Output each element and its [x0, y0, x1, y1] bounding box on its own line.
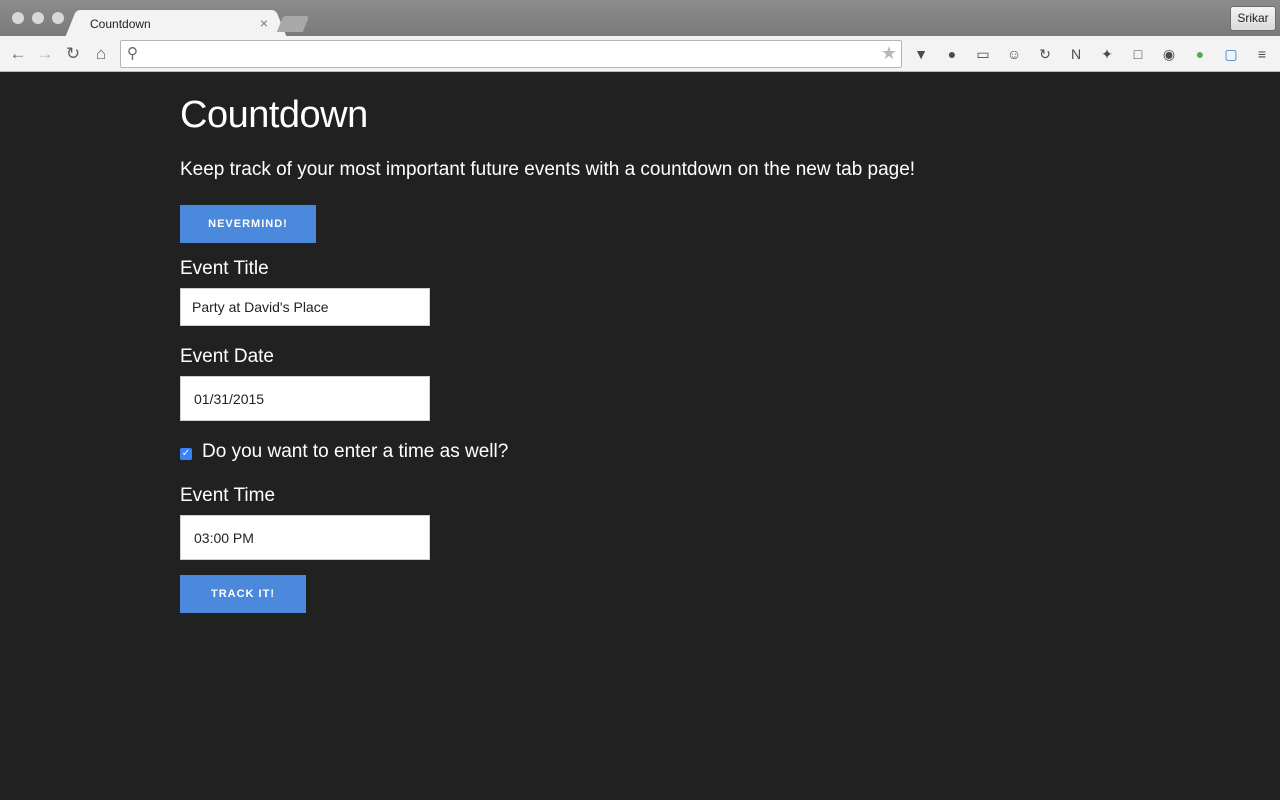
tab-close-icon[interactable]: × — [260, 15, 268, 31]
reload-icon[interactable]: ↻ — [63, 44, 83, 64]
browser-tab-countdown[interactable]: Countdown × — [78, 10, 274, 36]
address-bar[interactable]: ⚲ ★ — [120, 40, 902, 68]
notion-extension-icon[interactable]: N — [1067, 45, 1085, 63]
window-titlebar: Countdown × Srikar — [0, 0, 1280, 36]
screenshot-extension-icon[interactable]: ▢ — [1222, 45, 1240, 63]
bookmark-star-icon[interactable]: ★ — [881, 43, 897, 64]
nevermind-button[interactable]: NEVERMIND! — [180, 205, 316, 243]
event-title-label: Event Title — [180, 258, 269, 279]
event-time-label: Event Time — [180, 485, 276, 506]
event-date-label: Event Date — [180, 346, 274, 367]
track-it-button[interactable]: TRACK IT! — [180, 575, 306, 613]
event-time-input[interactable] — [180, 515, 430, 560]
window-minimize-icon[interactable] — [32, 12, 44, 24]
evernote-extension-icon[interactable]: ● — [1191, 45, 1209, 63]
shield-extension-icon[interactable]: ● — [943, 45, 961, 63]
back-arrow-icon[interactable]: ← — [8, 44, 28, 64]
forward-arrow-icon[interactable]: → — [35, 44, 55, 64]
cast-extension-icon[interactable]: ▭ — [974, 45, 992, 63]
address-input[interactable] — [149, 45, 869, 63]
window-maximize-icon[interactable] — [52, 12, 64, 24]
instapaper-extension-icon[interactable]: ◉ — [1160, 45, 1178, 63]
window-close-icon[interactable] — [12, 12, 24, 24]
ninja-extension-icon[interactable]: ✦ — [1098, 45, 1116, 63]
home-icon[interactable]: ⌂ — [91, 44, 111, 64]
page-subtitle: Keep track of your most important future… — [180, 159, 916, 180]
ghostery-extension-icon[interactable]: ☺ — [1005, 45, 1023, 63]
pocket-extension-icon[interactable]: ▼ — [912, 45, 930, 63]
event-date-input[interactable] — [180, 376, 430, 421]
search-icon: ⚲ — [127, 45, 138, 62]
sync-extension-icon[interactable]: ↻ — [1036, 45, 1054, 63]
new-tab-button[interactable] — [276, 16, 310, 32]
time-checkbox[interactable]: ✓ — [180, 448, 192, 460]
event-title-input[interactable] — [180, 288, 430, 326]
page-body: Countdown Keep track of your most import… — [0, 72, 1280, 800]
time-checkbox-label: Do you want to enter a time as well? — [202, 441, 509, 462]
color-extension-icon[interactable]: □ — [1129, 45, 1147, 63]
menu-icon[interactable]: ≡ — [1253, 45, 1271, 63]
browser-toolbar: ← → ↻ ⌂ ⚲ ★ ▼ ● ▭ ☺ ↻ N ✦ □ ◉ ● ▢ ≡ — [0, 36, 1280, 72]
tab-title: Countdown — [90, 17, 151, 31]
page-title: Countdown — [180, 94, 368, 136]
profile-button[interactable]: Srikar — [1230, 6, 1276, 31]
